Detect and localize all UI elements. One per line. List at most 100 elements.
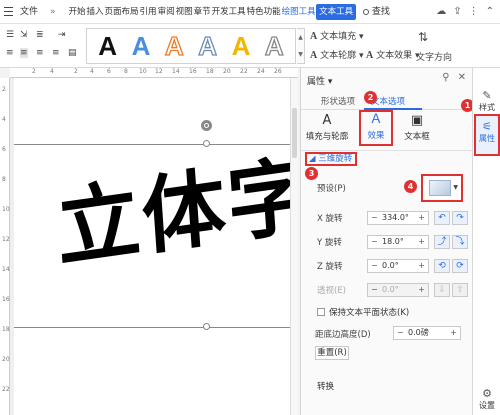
selection-top-edge	[14, 144, 290, 145]
subtab-textbox[interactable]: ▣ 文本框	[399, 114, 435, 143]
share-icon[interactable]: ⇪	[453, 4, 461, 20]
plus-icon[interactable]: +	[450, 327, 457, 339]
style-gold[interactable]: A	[232, 33, 251, 59]
plus-icon[interactable]: +	[418, 236, 425, 248]
style-blue[interactable]: A	[132, 33, 151, 59]
y-rotation-stepper[interactable]: − 18.0° +	[367, 235, 429, 249]
file-menu[interactable]: 文件	[20, 4, 38, 20]
menu-icon[interactable]	[4, 4, 14, 20]
document-scrollbar[interactable]	[290, 78, 298, 415]
distance-value[interactable]: 0.0磅	[408, 327, 429, 339]
art-text[interactable]: 立体字	[54, 145, 290, 279]
more-tabs-chevron[interactable]: »	[50, 4, 56, 20]
rotate-left-icon[interactable]: ↶	[434, 211, 450, 225]
search-button[interactable]: 查找	[363, 4, 395, 20]
indent-icon[interactable]: ⇥	[58, 30, 66, 40]
reset-button[interactable]: 重置(R)	[315, 346, 349, 360]
y-rotation-value[interactable]: 18.0°	[382, 236, 404, 248]
panel-tabs: 形状选项 文本选项	[301, 92, 473, 110]
settings-button[interactable]: ⚙ 设置	[474, 388, 500, 411]
tab-shape-options[interactable]: 形状选项	[321, 95, 355, 107]
list-icon[interactable]: ≣	[36, 30, 44, 40]
ruler-tick: 22	[2, 386, 10, 393]
style-orange-outline[interactable]: A	[164, 32, 184, 59]
tab-insert[interactable]: 插入	[86, 4, 104, 20]
tab-references[interactable]: 引用	[139, 4, 157, 20]
text-fill-button[interactable]: A 文本填充 ▾	[310, 29, 364, 42]
distance-label: 距底边高度(D)	[315, 330, 371, 340]
resize-handle-top[interactable]	[203, 140, 210, 147]
undo-icon[interactable]: ☰	[6, 30, 14, 40]
text-effect-button[interactable]: A 文本效果 ▾	[366, 48, 420, 61]
subtab-fill-outline[interactable]: A 填充与轮廓	[305, 113, 349, 143]
plus-icon[interactable]: +	[418, 260, 425, 272]
collapse-icon[interactable]: ⌃	[486, 4, 494, 20]
distribute-icon[interactable]: ▤	[68, 48, 77, 58]
x-rotation-stepper[interactable]: − 334.0° +	[367, 211, 429, 225]
tab-developer[interactable]: 开发工具	[211, 4, 246, 20]
preset-dropdown[interactable]: ▼	[421, 174, 463, 202]
rotate-handle[interactable]	[201, 120, 212, 131]
perspective-label: 透视(E)	[317, 286, 347, 296]
tab-review[interactable]: 审阅	[157, 4, 175, 20]
fill-outline-icon: A	[322, 113, 332, 128]
sliders-icon: ⚟	[482, 120, 492, 133]
style-blue-outline[interactable]: A	[198, 32, 218, 59]
align-left-icon[interactable]: ≡	[6, 48, 14, 58]
pin-icon[interactable]: ⚲	[442, 72, 449, 83]
rotate-cw-icon[interactable]: ⟳	[452, 259, 468, 273]
z-rotation-value[interactable]: 0.0°	[382, 260, 399, 272]
tab-start[interactable]: 开始	[68, 4, 86, 20]
scrollbar-thumb[interactable]	[292, 108, 297, 158]
step-badge-2: 2	[364, 91, 377, 104]
justify-icon[interactable]: ≡	[52, 48, 60, 58]
chevron-up-icon: ▲	[298, 34, 303, 41]
resize-handle-bottom[interactable]	[203, 323, 210, 330]
minus-icon[interactable]: −	[397, 327, 404, 339]
x-rotation-value[interactable]: 334.0°	[382, 212, 409, 224]
style-button[interactable]: ✎ 样式	[474, 90, 500, 113]
tab-special[interactable]: 特色功能	[246, 4, 281, 20]
gallery-scroll[interactable]: ▲ ▼	[297, 28, 305, 64]
align-right-icon[interactable]: ≡	[36, 48, 44, 58]
style-black[interactable]: A	[98, 33, 117, 59]
document-area[interactable]: 立体字	[10, 78, 290, 415]
rotate-down-icon[interactable]: ⤵	[452, 235, 468, 249]
minus-icon[interactable]: −	[371, 236, 378, 248]
cloud-icon[interactable]: ☁	[436, 4, 446, 20]
ruler-tick: 8	[124, 68, 128, 75]
text-direction-icon[interactable]: ⇅	[418, 30, 428, 44]
rotate-right-icon[interactable]: ↷	[452, 211, 468, 225]
document-page[interactable]: 立体字	[14, 78, 290, 415]
subtab-effects[interactable]: Ａ 效果	[359, 110, 393, 146]
more-icon[interactable]: ⋮	[469, 4, 479, 20]
transform-section[interactable]: 转换	[317, 380, 334, 392]
tab-drawing-tools[interactable]: 绘图工具	[281, 4, 316, 20]
minus-icon[interactable]: −	[371, 260, 378, 272]
text-direction-label[interactable]: 文字方向	[416, 50, 452, 63]
align-center-icon[interactable]: ≡	[20, 48, 28, 58]
z-rotation-stepper[interactable]: − 0.0° +	[367, 259, 429, 273]
tab-page-layout[interactable]: 页面布局	[104, 4, 139, 20]
keep-text-flat-checkbox[interactable]	[317, 308, 325, 316]
rotate-ccw-icon[interactable]: ⟲	[434, 259, 450, 273]
style-gray-outline[interactable]: A	[264, 32, 284, 59]
rotate-up-icon[interactable]: ⤴	[434, 235, 450, 249]
ruler-tick: 10	[139, 68, 147, 75]
tab-view[interactable]: 视图	[175, 4, 193, 20]
redo-icon[interactable]: ⇲	[20, 30, 28, 40]
chevron-down-icon: ▼	[298, 51, 303, 58]
plus-icon[interactable]: +	[418, 212, 425, 224]
keep-text-flat-label[interactable]: 保持文本平面状态(K)	[329, 306, 409, 318]
close-icon[interactable]: ✕	[458, 72, 466, 83]
text-outline-button[interactable]: A 文本轮廓 ▾	[310, 48, 364, 61]
section-3d-rotation[interactable]: ◢ 三维旋转	[305, 152, 357, 166]
attributes-button[interactable]: ⚟ 属性	[474, 114, 500, 156]
tab-chapter[interactable]: 章节	[193, 4, 211, 20]
tab-text-tools[interactable]: 文本工具	[316, 4, 357, 20]
subtab-fill-label: 填充与轮廓	[305, 132, 349, 142]
panel-title[interactable]: 属性 ▾	[307, 74, 332, 87]
ruler-tick: 18	[2, 326, 10, 333]
distance-stepper[interactable]: − 0.0磅 +	[393, 326, 461, 340]
minus-icon[interactable]: −	[371, 212, 378, 224]
